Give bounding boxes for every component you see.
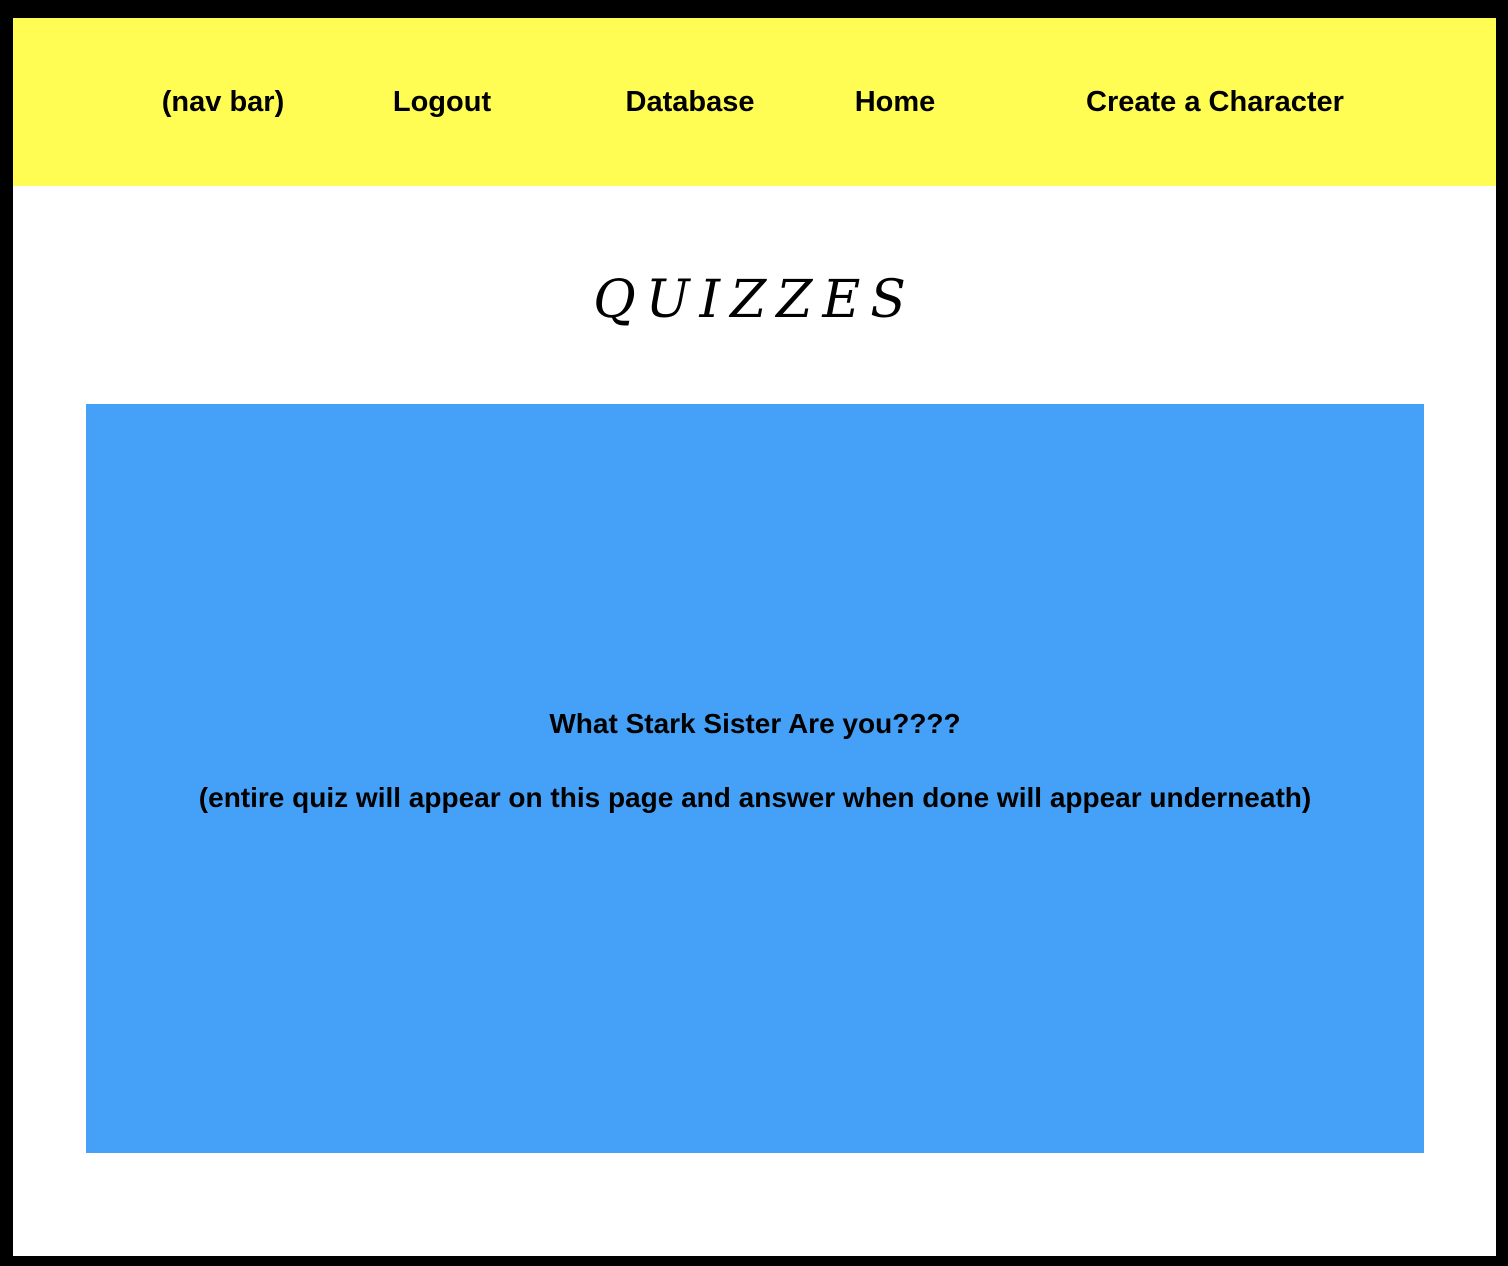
nav-item-home[interactable]: Home — [855, 84, 936, 120]
nav-bar-label: (nav bar) — [161, 86, 285, 118]
nav-item-create-character[interactable]: Create a Character — [1086, 84, 1344, 120]
page-title: Quizzes — [593, 270, 916, 330]
nav-item-logout[interactable]: Logout — [393, 84, 491, 120]
nav-item-database[interactable]: Database — [626, 84, 755, 120]
page-frame: (nav bar) Logout Database Home Create a … — [13, 18, 1496, 1256]
nav-bar: (nav bar) Logout Database Home Create a … — [13, 18, 1496, 186]
quiz-panel: What Stark Sister Are you???? (entire qu… — [86, 404, 1424, 1153]
quiz-title: What Stark Sister Are you???? — [549, 708, 961, 739]
quiz-note: (entire quiz will appear on this page an… — [198, 782, 1312, 813]
